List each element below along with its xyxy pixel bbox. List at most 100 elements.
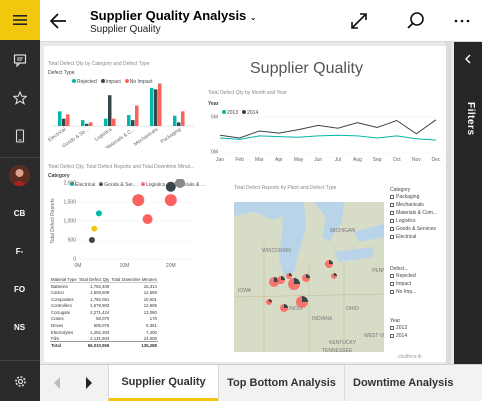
user-avatar-photo[interactable] <box>9 165 30 186</box>
avatar-fo[interactable]: FO <box>9 279 30 300</box>
table-cell: Electrolytes <box>51 329 74 335</box>
report-title[interactable]: Supplier Quality Analysis ⌄ <box>90 8 257 23</box>
chevron-down-icon: ⌄ <box>249 13 257 22</box>
chevron-left-icon <box>465 54 471 64</box>
slicer-item-label: Packaging <box>396 194 420 200</box>
scatter-y-tick: 1,000 <box>63 219 76 225</box>
bar-impact <box>108 95 112 126</box>
category-slicer-item[interactable]: Electrical <box>390 233 444 241</box>
table-row[interactable]: Crates 58,070 170 <box>50 316 158 323</box>
bar-impact <box>131 120 135 126</box>
search-button[interactable] <box>405 10 427 32</box>
checkbox[interactable] <box>390 282 394 286</box>
avatar-f[interactable]: F- <box>9 241 30 262</box>
map-canvas: WISCONSINMICHIGANILLINOISINDIANAOHIOKENT… <box>234 202 384 352</box>
favorites-button[interactable] <box>0 78 40 118</box>
checkbox[interactable] <box>390 227 394 231</box>
phone-view-button[interactable] <box>0 116 40 156</box>
hamburger-menu-button[interactable] <box>0 0 40 40</box>
year-slicer-item[interactable]: 2014 <box>390 332 444 340</box>
map-region-label: WEST VI... <box>364 333 384 339</box>
category-slicer-item[interactable]: Mechanicals <box>390 201 444 209</box>
map-pie-marker <box>277 276 285 284</box>
map-region-label: IOWA <box>238 288 252 294</box>
table-header[interactable]: Total Downtime Minutes <box>110 276 158 283</box>
year-slicer[interactable]: Year 2013 2014 <box>390 318 444 340</box>
map-pie-marker <box>280 304 288 312</box>
table-row[interactable]: Film 2,131,503 14,006 <box>50 335 158 342</box>
table-row[interactable]: Controllers 1,679,903 12,905 <box>50 302 158 309</box>
table-cell: Film <box>51 335 60 341</box>
table-row[interactable]: Batteries 1,762,409 15,314 <box>50 283 158 290</box>
scatter-point <box>175 179 186 188</box>
slicer-item-label: Rejected <box>396 273 416 279</box>
pie-slice <box>329 260 333 264</box>
checkbox[interactable] <box>390 203 394 207</box>
page-tabs-bar: Supplier Quality Top Bottom Analysis Dow… <box>40 364 482 401</box>
checkbox[interactable] <box>390 211 394 215</box>
year-slicer-item[interactable]: 2013 <box>390 324 444 332</box>
bar-chart[interactable]: ElectricalGoods & Se... LogisticsMaterial… <box>48 76 196 148</box>
back-button[interactable] <box>48 10 70 32</box>
table-row[interactable]: Electrolytes 1,292,303 7,400 <box>50 329 158 336</box>
person-photo-icon <box>9 165 30 186</box>
tab-top-bottom-analysis[interactable]: Top Bottom Analysis <box>218 365 344 401</box>
map-pie-marker <box>331 273 337 279</box>
material-table[interactable]: Material Type Total Defect Qty Total Dow… <box>50 276 190 358</box>
avatar-cb[interactable]: CB <box>9 203 30 224</box>
line-chart[interactable]: 0M 5M Jan Feb Mar Apr May Jun Jul Aug Sep Oct Nov Dec <box>204 108 442 166</box>
category-slicer-item[interactable]: Goods & Services <box>390 225 444 233</box>
checkbox[interactable] <box>390 334 394 338</box>
line-x-tick: Jul <box>335 157 341 163</box>
tab-scroll-right-button[interactable] <box>84 376 94 395</box>
app-window: CB F- FO NS Supplier Quality Analysis ⌄ … <box>0 0 482 401</box>
scatter-y-tick: 0 <box>73 257 76 263</box>
category-slicer-item[interactable]: Materials & Com... <box>390 209 444 217</box>
defect-slicer[interactable]: Defect... Rejected Impact No Imp... <box>390 266 444 296</box>
tab-downtime-analysis[interactable]: Downtime Analysis <box>344 365 482 401</box>
tab-scroll-left-button[interactable] <box>52 376 62 395</box>
table-row[interactable]: Carton 1,509,609 12,669 <box>50 289 158 296</box>
scatter-x-tick: 10M <box>120 263 130 269</box>
scatter-y-tick: 2,000 <box>63 181 76 187</box>
defect-slicer-item[interactable]: Rejected <box>390 272 444 280</box>
checkbox[interactable] <box>390 219 394 223</box>
checkbox[interactable] <box>390 195 394 199</box>
category-slicer[interactable]: Category Packaging Mechanicals Materials &… <box>390 187 444 241</box>
table-cell: 2,271,424 <box>90 309 110 315</box>
avatar-ns[interactable]: NS <box>9 317 30 338</box>
plant-map[interactable]: WISCONSIN MICHIGAN ILLINOIS INDIANA OHIO KENT… <box>234 202 384 352</box>
filters-pane[interactable]: Filters <box>454 42 482 364</box>
comments-button[interactable] <box>0 40 40 80</box>
bar-rejected <box>127 115 131 126</box>
bar-impact <box>62 118 66 126</box>
line-x-tick: Aug <box>353 157 362 163</box>
fullscreen-button[interactable] <box>348 10 370 32</box>
checkbox[interactable] <box>390 274 394 278</box>
table-row[interactable]: Drives 505,076 6,361 <box>50 322 158 329</box>
table-row[interactable]: Composites 1,792,051 10,601 <box>50 296 158 303</box>
pie-slice <box>302 296 308 302</box>
map-region-label: WISCONSIN <box>262 248 291 254</box>
table-cell: 14,006 <box>143 335 157 341</box>
scatter-chart[interactable]: 0 500 1,000 1,500 2,000 0M 10M 20M Total Defect … <box>48 179 198 271</box>
defect-slicer-item[interactable]: Impact <box>390 280 444 288</box>
map-region-label: OHIO <box>346 306 359 312</box>
settings-button[interactable] <box>0 361 40 401</box>
checkbox[interactable] <box>390 326 394 330</box>
scatter-point <box>165 181 176 192</box>
table-header[interactable]: Material Type <box>50 276 78 283</box>
map-region-label: KENTUCKY <box>329 340 357 346</box>
table-header[interactable]: Total Defect Qty <box>78 276 111 283</box>
table-row[interactable]: Corrugate 2,271,424 13,060 <box>50 309 158 316</box>
defect-slicer-item[interactable]: No Imp... <box>390 288 444 296</box>
category-slicer-item[interactable]: Logistics <box>390 217 444 225</box>
category-slicer-item[interactable]: Packaging <box>390 193 444 201</box>
scatter-y-tick: 500 <box>68 238 77 244</box>
map-pie-marker <box>288 278 300 290</box>
line-x-tick: Dec <box>432 157 441 163</box>
more-options-button[interactable] <box>452 12 472 30</box>
tab-supplier-quality[interactable]: Supplier Quality <box>108 365 218 401</box>
checkbox[interactable] <box>390 290 394 294</box>
checkbox[interactable] <box>390 235 394 239</box>
